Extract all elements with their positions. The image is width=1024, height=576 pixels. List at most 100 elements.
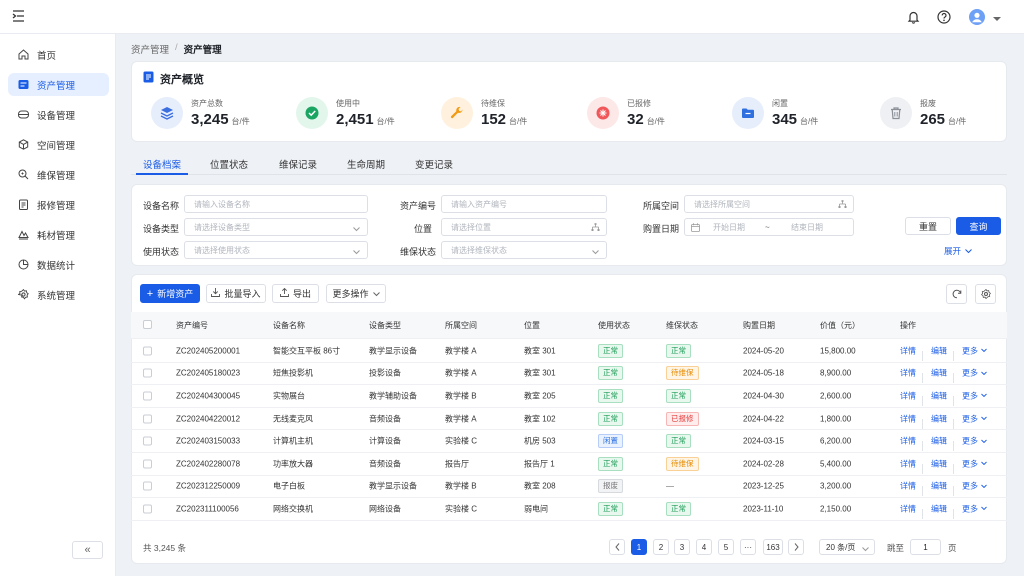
collapse-sidebar-button[interactable]: «: [72, 541, 103, 559]
edit-link[interactable]: 编辑: [931, 503, 947, 514]
next-page-button[interactable]: [788, 539, 804, 555]
edit-link[interactable]: 编辑: [931, 436, 947, 447]
tab-equipment-records[interactable]: 设备档案: [143, 157, 181, 171]
table-row[interactable]: ZC202404220012 无线麦克风 音频设备 教学楼 A 教室 102 正常 已报修 2…: [131, 408, 1007, 431]
more-actions-link[interactable]: 更多: [962, 503, 987, 514]
row-checkbox[interactable]: [143, 346, 152, 356]
detail-link[interactable]: 详情: [900, 413, 916, 424]
edit-link[interactable]: 编辑: [931, 413, 947, 424]
add-asset-button[interactable]: + 新增资产: [140, 284, 200, 303]
code-filter-input[interactable]: 请输入资产编号: [441, 195, 607, 213]
table-row[interactable]: ZC202404300045 实物展台 教学辅助设备 教学楼 B 教室 205 正常 正常 2…: [131, 385, 1007, 408]
name-filter-input[interactable]: 请输入设备名称: [184, 195, 368, 213]
select-all-checkbox[interactable]: [143, 320, 152, 329]
sidebar-item-8[interactable]: 系统管理: [8, 283, 109, 306]
use-status-filter-select[interactable]: 请选择使用状态: [184, 241, 368, 259]
maint-status-filter-select[interactable]: 请选择维保状态: [441, 241, 607, 259]
row-checkbox[interactable]: [143, 504, 152, 514]
chevron-down-icon[interactable]: [993, 14, 1001, 24]
row-checkbox[interactable]: [143, 368, 152, 378]
row-checkbox[interactable]: [143, 414, 152, 424]
more-actions-link[interactable]: 更多: [962, 413, 987, 424]
export-button[interactable]: 导出: [272, 284, 319, 303]
table-row[interactable]: ZC202403150033 计算机主机 计算设备 实验楼 C 机房 503 闲置 正常 20…: [131, 430, 1007, 453]
sidebar-item-5[interactable]: 报修管理: [8, 193, 109, 216]
goto-page-input[interactable]: 1: [910, 539, 941, 555]
sidebar-item-7[interactable]: 数据统计: [8, 253, 109, 276]
page-button-163[interactable]: 163: [763, 539, 783, 555]
detail-link[interactable]: 详情: [900, 368, 916, 379]
stat-total-assets[interactable]: 资产总数 3,245 台/件: [151, 95, 250, 131]
page-button-2[interactable]: 2: [653, 539, 669, 555]
stat-pending-maintenance[interactable]: 待维保 152 台/件: [441, 95, 527, 131]
row-checkbox[interactable]: [143, 481, 152, 491]
sidebar-item-2[interactable]: 设备管理: [8, 103, 109, 126]
more-actions-link[interactable]: 更多: [962, 368, 987, 379]
query-button[interactable]: 查询: [956, 217, 1001, 235]
date-end-input[interactable]: 结束日期: [791, 222, 823, 233]
detail-link[interactable]: 详情: [900, 345, 916, 356]
tab-lifecycle[interactable]: 生命周期: [347, 157, 385, 171]
space-filter-select[interactable]: 请选择所属空间: [684, 195, 854, 213]
page-button-5[interactable]: 5: [718, 539, 734, 555]
detail-link[interactable]: 详情: [900, 390, 916, 401]
tab-location-status[interactable]: 位置状态: [210, 157, 248, 171]
stat-idle[interactable]: 闲置 345 台/件: [732, 95, 818, 131]
stat-in-use[interactable]: 使用中 2,451 台/件: [296, 95, 395, 131]
edit-link[interactable]: 编辑: [931, 345, 947, 356]
table-row[interactable]: ZC202405180023 短焦投影机 投影设备 教学楼 A 教室 301 正常 待维保 2…: [131, 363, 1007, 386]
reset-button[interactable]: 重置: [905, 217, 951, 235]
stat-in-use-icon: [296, 97, 328, 129]
page-size-select[interactable]: 20 条/页: [819, 539, 875, 555]
sidebar-item-3[interactable]: 空间管理: [8, 133, 109, 156]
detail-link[interactable]: 详情: [900, 436, 916, 447]
row-checkbox[interactable]: [143, 391, 152, 401]
edit-link[interactable]: 编辑: [931, 390, 947, 401]
user-avatar-icon[interactable]: [969, 9, 985, 27]
sidebar-item-4[interactable]: 维保管理: [8, 163, 109, 186]
date-range-picker[interactable]: 开始日期 ~ 结束日期: [684, 218, 854, 236]
page-button-3[interactable]: 3: [674, 539, 690, 555]
table-row[interactable]: ZC202402280078 功率放大器 音频设备 报告厅 报告厅 1 正常 待维保 2024…: [131, 453, 1007, 476]
stat-scrapped[interactable]: 报废 265 台/件: [880, 95, 966, 131]
table-row[interactable]: ZC202405200001 智能交互平板 86寸 教学显示设备 教学楼 A 教室 30…: [131, 340, 1007, 363]
sidebar-item-0[interactable]: 首页: [8, 43, 109, 66]
stat-reported-repair[interactable]: 已报修 32 台/件: [587, 95, 665, 131]
tab-maintenance-records[interactable]: 维保记录: [279, 157, 317, 171]
detail-link[interactable]: 详情: [900, 458, 916, 469]
type-filter-select[interactable]: 请选择设备类型: [184, 218, 368, 236]
edit-link[interactable]: 编辑: [931, 481, 947, 492]
prev-page-button[interactable]: [609, 539, 625, 555]
tab-change-records[interactable]: 变更记录: [415, 157, 453, 171]
more-actions-link[interactable]: 更多: [962, 458, 987, 469]
more-actions-dropdown[interactable]: 更多操作: [326, 284, 386, 303]
detail-link[interactable]: 详情: [900, 481, 916, 492]
edit-link[interactable]: 编辑: [931, 458, 947, 469]
menu-fold-icon[interactable]: [12, 10, 25, 24]
row-checkbox[interactable]: [143, 459, 152, 469]
table-row[interactable]: ZC202311100056 网络交换机 网络设备 实验楼 C 弱电间 正常 正常 2023-…: [131, 498, 1007, 521]
action-divider: [953, 395, 954, 406]
settings-icon[interactable]: [975, 284, 996, 304]
page-button-1[interactable]: 1: [631, 539, 647, 555]
page-button-4[interactable]: 4: [696, 539, 712, 555]
detail-link[interactable]: 详情: [900, 503, 916, 514]
location-filter-select[interactable]: 请选择位置: [441, 218, 607, 236]
row-checkbox[interactable]: [143, 436, 152, 446]
refresh-icon[interactable]: [946, 284, 967, 304]
more-actions-link[interactable]: 更多: [962, 436, 987, 447]
more-actions-link[interactable]: 更多: [962, 390, 987, 401]
bell-icon[interactable]: [907, 10, 920, 26]
help-icon[interactable]: [937, 10, 951, 26]
page-ellipsis[interactable]: ···: [740, 539, 756, 555]
edit-link[interactable]: 编辑: [931, 368, 947, 379]
table-row[interactable]: ZC202312250009 电子白板 教学显示设备 教学楼 B 教室 208 报废 — 20…: [131, 476, 1007, 499]
batch-import-button[interactable]: 批量导入: [206, 284, 266, 303]
expand-filters-link[interactable]: 展开: [944, 245, 972, 257]
more-actions-link[interactable]: 更多: [962, 345, 987, 356]
sidebar-item-1[interactable]: 资产管理: [8, 73, 109, 96]
breadcrumb-parent[interactable]: 资产管理: [131, 42, 169, 56]
more-actions-link[interactable]: 更多: [962, 481, 987, 492]
sidebar-item-6[interactable]: 耗材管理: [8, 223, 109, 246]
date-start-input[interactable]: 开始日期: [713, 222, 745, 233]
